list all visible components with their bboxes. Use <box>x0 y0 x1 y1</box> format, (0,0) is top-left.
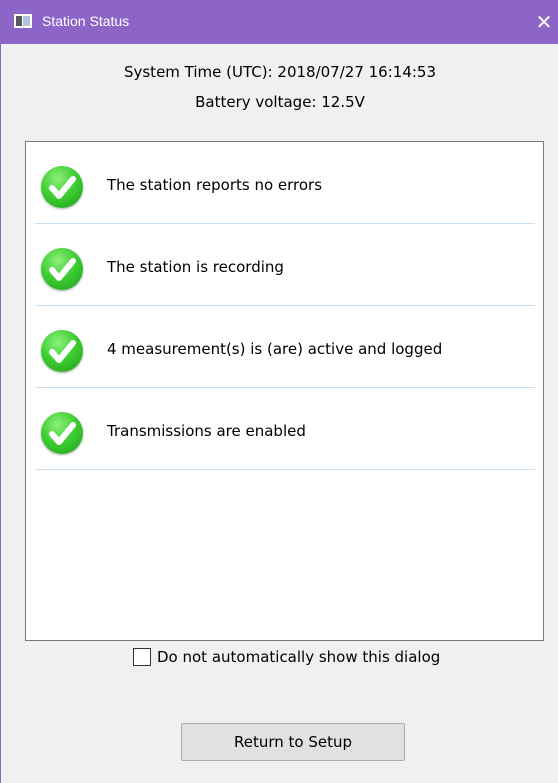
window-title: Station Status <box>42 13 130 29</box>
status-item-measurements: 4 measurement(s) is (are) active and log… <box>35 306 535 388</box>
green-check-icon <box>41 248 83 290</box>
system-time-label: System Time (UTC): 2018/07/27 16:14:53 <box>123 63 437 81</box>
status-list-panel: The station reports no errors The statio… <box>25 141 544 641</box>
green-check-icon <box>41 412 83 454</box>
status-item-transmissions: Transmissions are enabled <box>35 388 535 470</box>
auto-show-checkbox-label[interactable]: Do not automatically show this dialog <box>157 648 440 666</box>
auto-show-checkbox[interactable] <box>133 648 151 666</box>
status-text: Transmissions are enabled <box>107 422 306 440</box>
status-text: 4 measurement(s) is (are) active and log… <box>107 340 443 358</box>
window-app-icon <box>14 14 32 28</box>
return-to-setup-button[interactable]: Return to Setup <box>181 723 405 761</box>
status-text: The station reports no errors <box>107 176 323 194</box>
status-item-recording: The station is recording <box>35 224 535 306</box>
title-bar[interactable]: Station Status ✕ <box>1 0 558 44</box>
station-status-window: Station Status ✕ System Time (UTC): 2018… <box>0 0 558 783</box>
status-item-errors: The station reports no errors <box>35 142 535 224</box>
battery-voltage-label: Battery voltage: 12.5V <box>195 93 365 111</box>
close-icon[interactable]: ✕ <box>529 0 558 44</box>
green-check-icon <box>41 166 83 208</box>
green-check-icon <box>41 330 83 372</box>
status-text: The station is recording <box>107 258 284 276</box>
